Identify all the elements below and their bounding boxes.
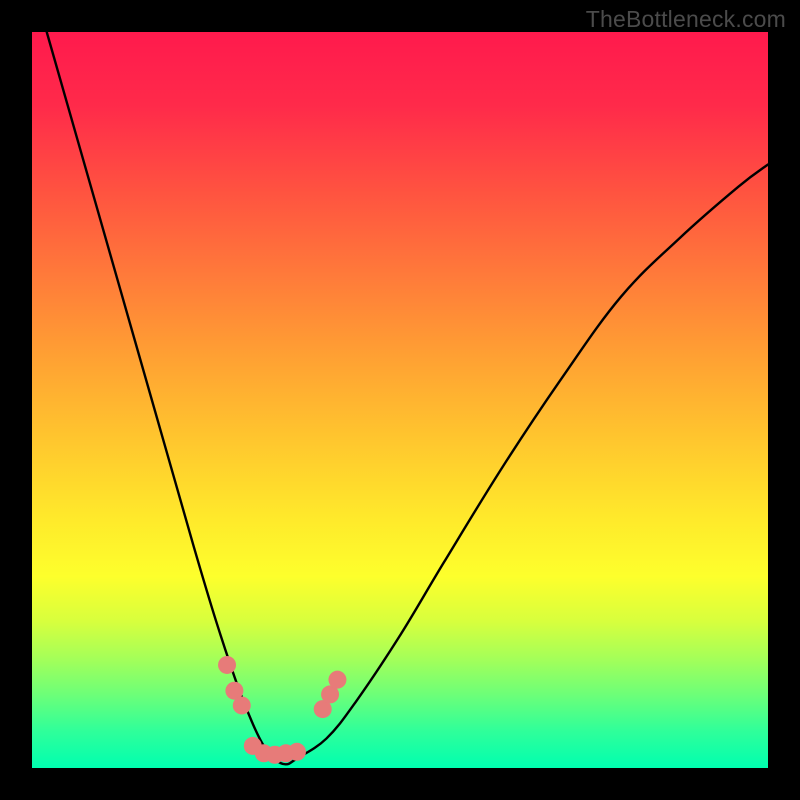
plot-area: [32, 32, 768, 768]
bottleneck-curve: [47, 32, 768, 764]
watermark-text: TheBottleneck.com: [586, 6, 786, 33]
curve-marker: [328, 671, 346, 689]
chart-frame: TheBottleneck.com: [0, 0, 800, 800]
curve-marker: [218, 656, 236, 674]
chart-svg: [32, 32, 768, 768]
curve-marker: [233, 696, 251, 714]
curve-marker: [288, 743, 306, 761]
curve-markers: [218, 656, 346, 764]
